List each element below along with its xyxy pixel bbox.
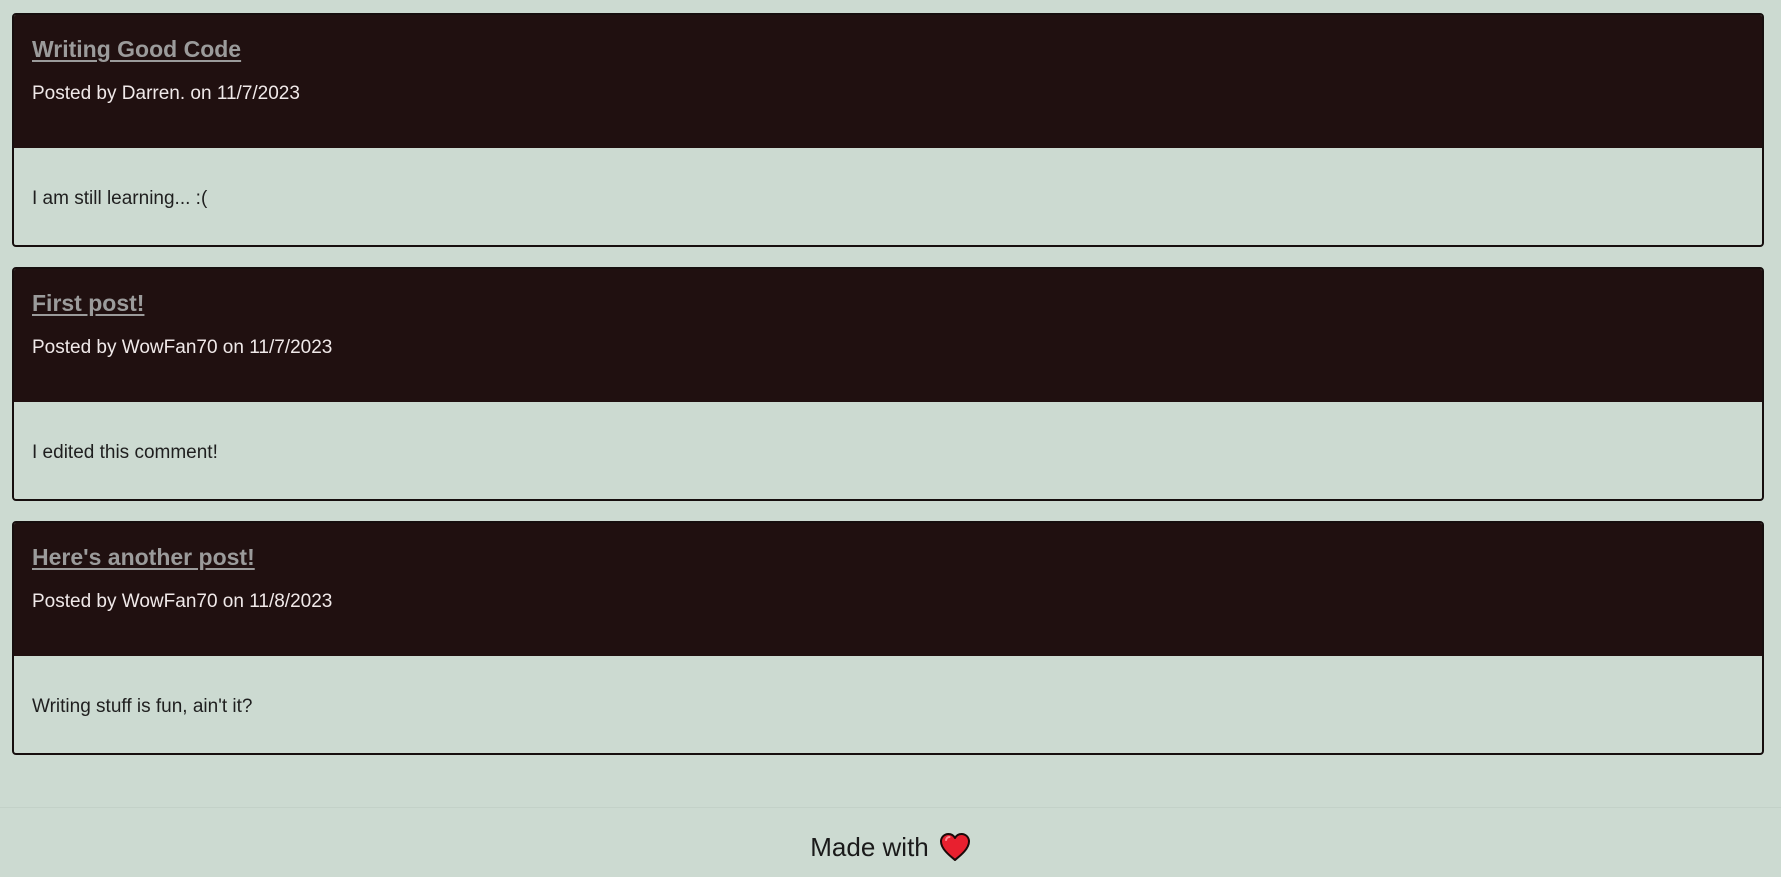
post-title-link[interactable]: First post! — [32, 290, 144, 317]
post-list: Writing Good Code Posted by Darren. on 1… — [12, 13, 1764, 775]
post-body: I am still learning... :( — [32, 188, 208, 209]
post-card: First post! Posted by WowFan70 on 11/7/2… — [12, 267, 1764, 501]
post-card: Here's another post! Posted by WowFan70 … — [12, 521, 1764, 755]
post-meta: Posted by WowFan70 on 11/7/2023 — [32, 337, 333, 358]
post-header: Writing Good Code Posted by Darren. on 1… — [14, 15, 1762, 148]
post-title-link[interactable]: Writing Good Code — [32, 36, 241, 63]
heart-icon — [939, 832, 971, 862]
footer-text: Made with — [810, 832, 929, 862]
post-header: First post! Posted by WowFan70 on 11/7/2… — [14, 269, 1762, 402]
post-card: Writing Good Code Posted by Darren. on 1… — [12, 13, 1764, 247]
post-title-link[interactable]: Here's another post! — [32, 544, 255, 571]
footer-content: Made with — [810, 832, 971, 862]
post-meta: Posted by Darren. on 11/7/2023 — [32, 83, 300, 104]
post-body: Writing stuff is fun, ain't it? — [32, 696, 253, 717]
footer: Made with — [0, 807, 1781, 877]
post-body: I edited this comment! — [32, 442, 218, 463]
post-header: Here's another post! Posted by WowFan70 … — [14, 523, 1762, 656]
post-meta: Posted by WowFan70 on 11/8/2023 — [32, 591, 333, 612]
